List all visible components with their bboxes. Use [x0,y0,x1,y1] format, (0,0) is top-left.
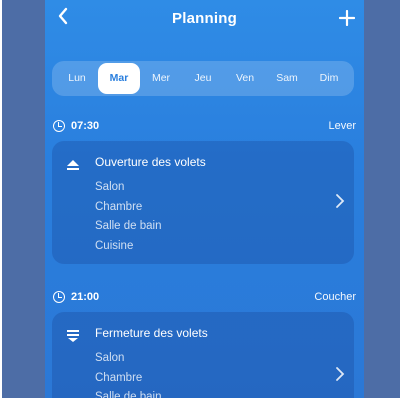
day-tab-ven[interactable]: Ven [224,63,266,94]
schedule-event: Coucher [314,291,356,303]
top-bar: Planning [45,0,364,40]
room-item: Chambre [95,200,143,213]
room-item: Salle de bain [95,220,162,232]
schedule-header: 21:00 Coucher [53,288,356,306]
blind-open-icon [67,160,79,170]
app-screen: Planning Lun Mar Mer Jeu Ven Sam Dim 07:… [45,0,364,398]
clock-icon [53,291,65,303]
page-title: Planning [172,10,237,27]
chevron-right-icon [334,193,346,213]
blind-close-icon [67,330,79,342]
clock-icon [53,120,65,132]
room-item: Cuisine [95,239,134,252]
plus-icon [338,9,356,27]
room-list: Salon Chambre Salle de bain [95,349,162,398]
schedule-card[interactable]: Fermeture des volets Salon Chambre Salle… [52,312,354,398]
schedule-card[interactable]: Ouverture des volets Salon Chambre Salle… [52,141,354,264]
room-list: Salon Chambre Salle de bain Cuisine [95,178,162,256]
day-tab-mer[interactable]: Mer [140,63,182,94]
schedule-event: Lever [328,120,356,132]
schedule-header: 07:30 Lever [53,117,356,135]
day-tab-jeu[interactable]: Jeu [182,63,224,94]
room-item: Salon [95,181,125,193]
day-tab-lun[interactable]: Lun [56,63,98,94]
schedule-time: 21:00 [71,291,100,303]
screenshot-frame: Planning Lun Mar Mer Jeu Ven Sam Dim 07:… [2,0,400,398]
day-tab-dim[interactable]: Dim [308,63,350,94]
add-button[interactable] [336,6,358,30]
room-item: Salon [95,352,125,364]
schedule-action: Ouverture des volets [95,155,206,169]
day-tab-mar[interactable]: Mar [98,63,140,94]
schedule-time: 07:30 [71,120,100,132]
room-item: Salle de bain [95,391,162,398]
day-tab-sam[interactable]: Sam [266,63,308,94]
room-item: Chambre [95,371,143,384]
chevron-right-icon [334,366,346,386]
schedule-action: Fermeture des volets [95,326,208,340]
day-selector: Lun Mar Mer Jeu Ven Sam Dim [52,61,354,96]
